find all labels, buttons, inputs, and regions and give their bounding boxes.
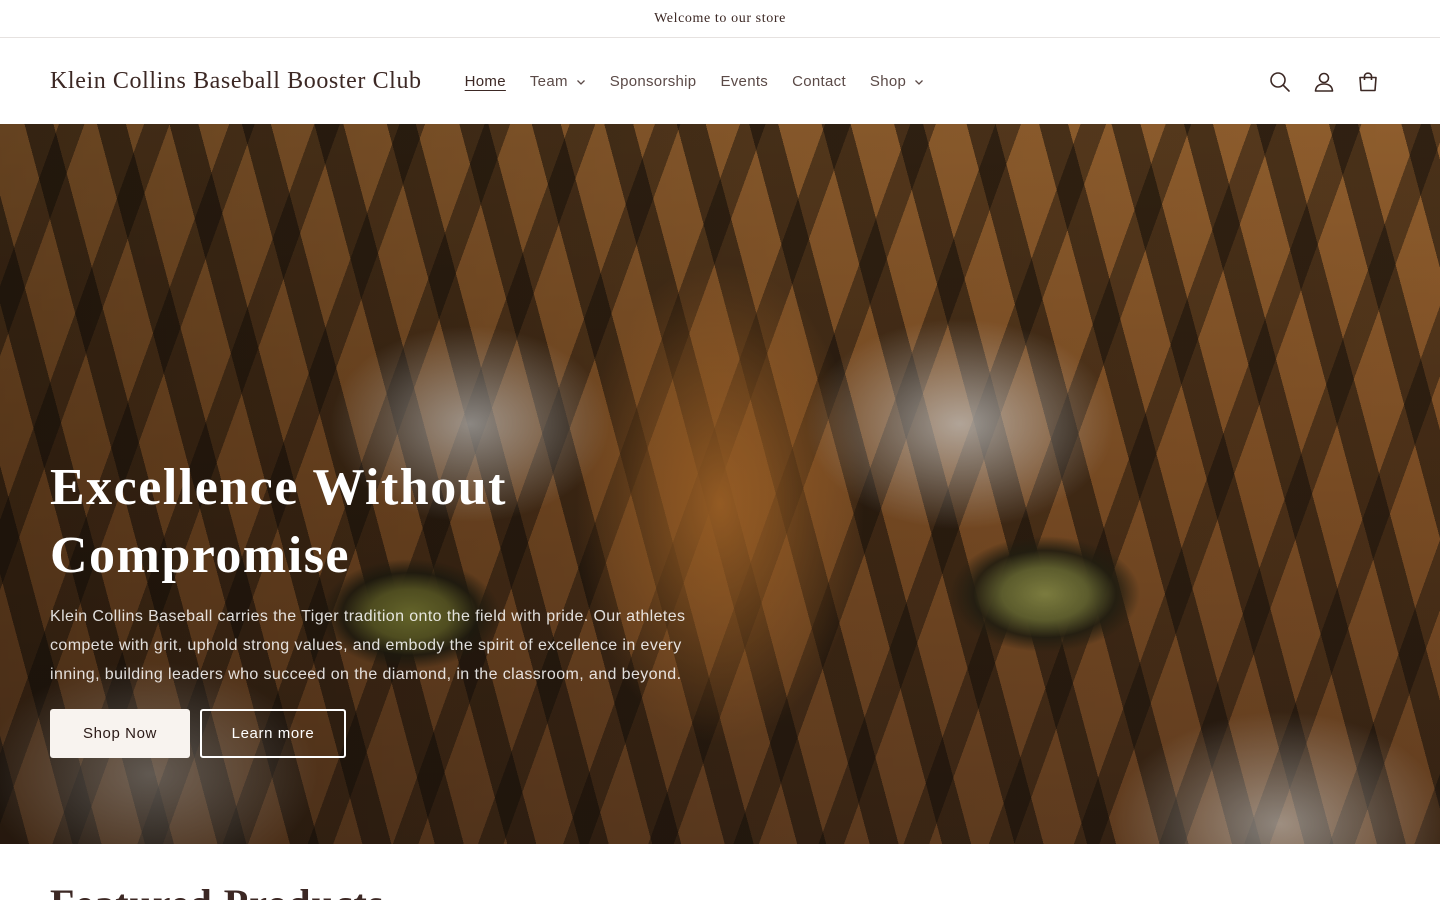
announcement-bar: Welcome to our store xyxy=(0,0,1440,38)
hero-title: Excellence Without Compromise xyxy=(50,459,507,584)
announcement-text: Welcome to our store xyxy=(654,10,786,26)
nav-label: Home xyxy=(464,73,506,90)
nav-item-shop[interactable]: Shop xyxy=(858,60,936,104)
search-button[interactable] xyxy=(1258,60,1302,104)
nav-label: Events xyxy=(720,73,769,90)
hero-content: Excellence Without Compromise Klein Coll… xyxy=(50,454,750,758)
main-nav: Home Team Sponsorship Events Contact Sho… xyxy=(453,60,937,104)
nav-label: Sponsorship xyxy=(609,73,697,90)
site-header: Klein Collins Baseball Booster Club Home… xyxy=(0,39,1440,124)
chevron-down-icon xyxy=(915,79,924,85)
learn-more-button[interactable]: Learn more xyxy=(200,709,346,758)
nav-item-home[interactable]: Home xyxy=(453,60,518,104)
site-logo[interactable]: Klein Collins Baseball Booster Club xyxy=(50,68,422,95)
nav-label: Shop xyxy=(869,73,907,90)
nav-label: Team xyxy=(529,73,568,90)
shop-now-button[interactable]: Shop Now xyxy=(50,709,190,758)
nav-label: Contact xyxy=(792,73,846,90)
hero-banner: Excellence Without Compromise Klein Coll… xyxy=(0,124,1440,844)
featured-products-title: Featured Products xyxy=(50,880,384,900)
chevron-down-icon xyxy=(576,79,585,85)
nav-item-team[interactable]: Team xyxy=(518,60,598,104)
hero-description: Klein Collins Baseball carries the Tiger… xyxy=(50,608,686,683)
nav-item-events[interactable]: Events xyxy=(708,60,780,104)
account-icon xyxy=(1314,72,1334,92)
hero-buttons: Shop Now Learn more xyxy=(50,709,750,758)
nav-item-contact[interactable]: Contact xyxy=(780,60,858,104)
account-button[interactable] xyxy=(1302,60,1346,104)
search-icon xyxy=(1270,71,1290,92)
header-icons xyxy=(1258,60,1390,104)
cart-icon xyxy=(1359,71,1377,91)
nav-item-sponsorship[interactable]: Sponsorship xyxy=(598,60,709,104)
cart-button[interactable] xyxy=(1346,60,1390,104)
